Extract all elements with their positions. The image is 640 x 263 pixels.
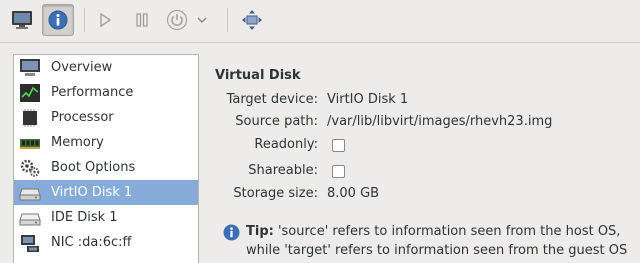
section-title: Virtual Disk — [215, 68, 301, 83]
hardware-list: Overview Performance Processor Memory Bo… — [13, 54, 199, 263]
target-device-value: VirtIO Disk 1 — [327, 92, 409, 107]
sidebar-item-performance[interactable]: Performance — [14, 80, 198, 105]
monitor-icon — [18, 58, 42, 78]
sidebar-item-processor[interactable]: Processor — [14, 105, 198, 130]
pause-button[interactable] — [126, 4, 158, 36]
disk-drive-icon — [18, 208, 42, 228]
tip-line-1-text: 'source' refers to information seen from… — [273, 224, 621, 239]
tip-line-1: Tip: 'source' refers to information seen… — [246, 222, 627, 241]
processor-chip-icon — [18, 108, 42, 128]
sidebar-item-label: VirtIO Disk 1 — [51, 185, 133, 200]
performance-graph-icon — [18, 83, 42, 103]
shareable-label: Shareable: — [248, 163, 318, 178]
run-button[interactable] — [89, 4, 121, 36]
info-icon — [223, 224, 240, 241]
target-device-label: Target device: — [226, 92, 318, 107]
network-card-icon — [18, 233, 42, 253]
sidebar-item-label: Performance — [51, 85, 134, 100]
shutdown-button[interactable] — [161, 4, 193, 36]
sidebar-item-virtio-disk-1[interactable]: VirtIO Disk 1 — [14, 180, 198, 205]
tip-text: Tip: 'source' refers to information seen… — [246, 222, 627, 260]
storage-size-value: 8.00 GB — [327, 186, 380, 201]
sidebar-item-label: Processor — [51, 110, 114, 125]
power-icon — [166, 9, 188, 31]
readonly-checkbox[interactable] — [332, 139, 345, 152]
sidebar-item-overview[interactable]: Overview — [14, 55, 198, 80]
details-view-button[interactable] — [42, 4, 74, 36]
toolbar-separator — [227, 8, 228, 32]
console-view-button[interactable] — [6, 4, 38, 36]
pause-icon — [136, 13, 148, 27]
fullscreen-icon — [242, 10, 262, 30]
shutdown-menu-button[interactable] — [192, 4, 212, 36]
sidebar-item-ide-disk-1[interactable]: IDE Disk 1 — [14, 205, 198, 230]
sidebar-item-label: IDE Disk 1 — [51, 210, 118, 225]
source-path-value: /var/lib/libvirt/images/rhevh23.img — [327, 114, 553, 129]
play-icon — [100, 12, 112, 28]
gears-icon — [18, 158, 42, 178]
shareable-checkbox[interactable] — [332, 165, 345, 178]
info-icon — [48, 10, 68, 30]
storage-size-label: Storage size: — [233, 186, 318, 201]
monitor-icon — [12, 11, 32, 29]
source-path-label: Source path: — [235, 114, 318, 129]
sidebar-item-label: NIC :da:6c:ff — [51, 235, 132, 250]
tip-heading: Tip: — [246, 224, 274, 239]
memory-module-icon — [18, 133, 42, 153]
toolbar-separator — [84, 8, 85, 32]
sidebar-item-boot-options[interactable]: Boot Options — [14, 155, 198, 180]
sidebar-item-label: Boot Options — [51, 160, 136, 175]
sidebar-item-label: Overview — [51, 60, 113, 75]
sidebar-item-nic[interactable]: NIC :da:6c:ff — [14, 230, 198, 255]
disk-drive-icon — [18, 183, 42, 203]
tip-line-2: while 'target' refers to information see… — [246, 243, 628, 258]
chevron-down-icon — [197, 17, 207, 23]
sidebar-item-memory[interactable]: Memory — [14, 130, 198, 155]
sidebar-item-label: Memory — [51, 135, 104, 150]
fullscreen-button[interactable] — [236, 4, 268, 36]
toolbar — [0, 0, 640, 43]
readonly-label: Readonly: — [254, 137, 318, 152]
